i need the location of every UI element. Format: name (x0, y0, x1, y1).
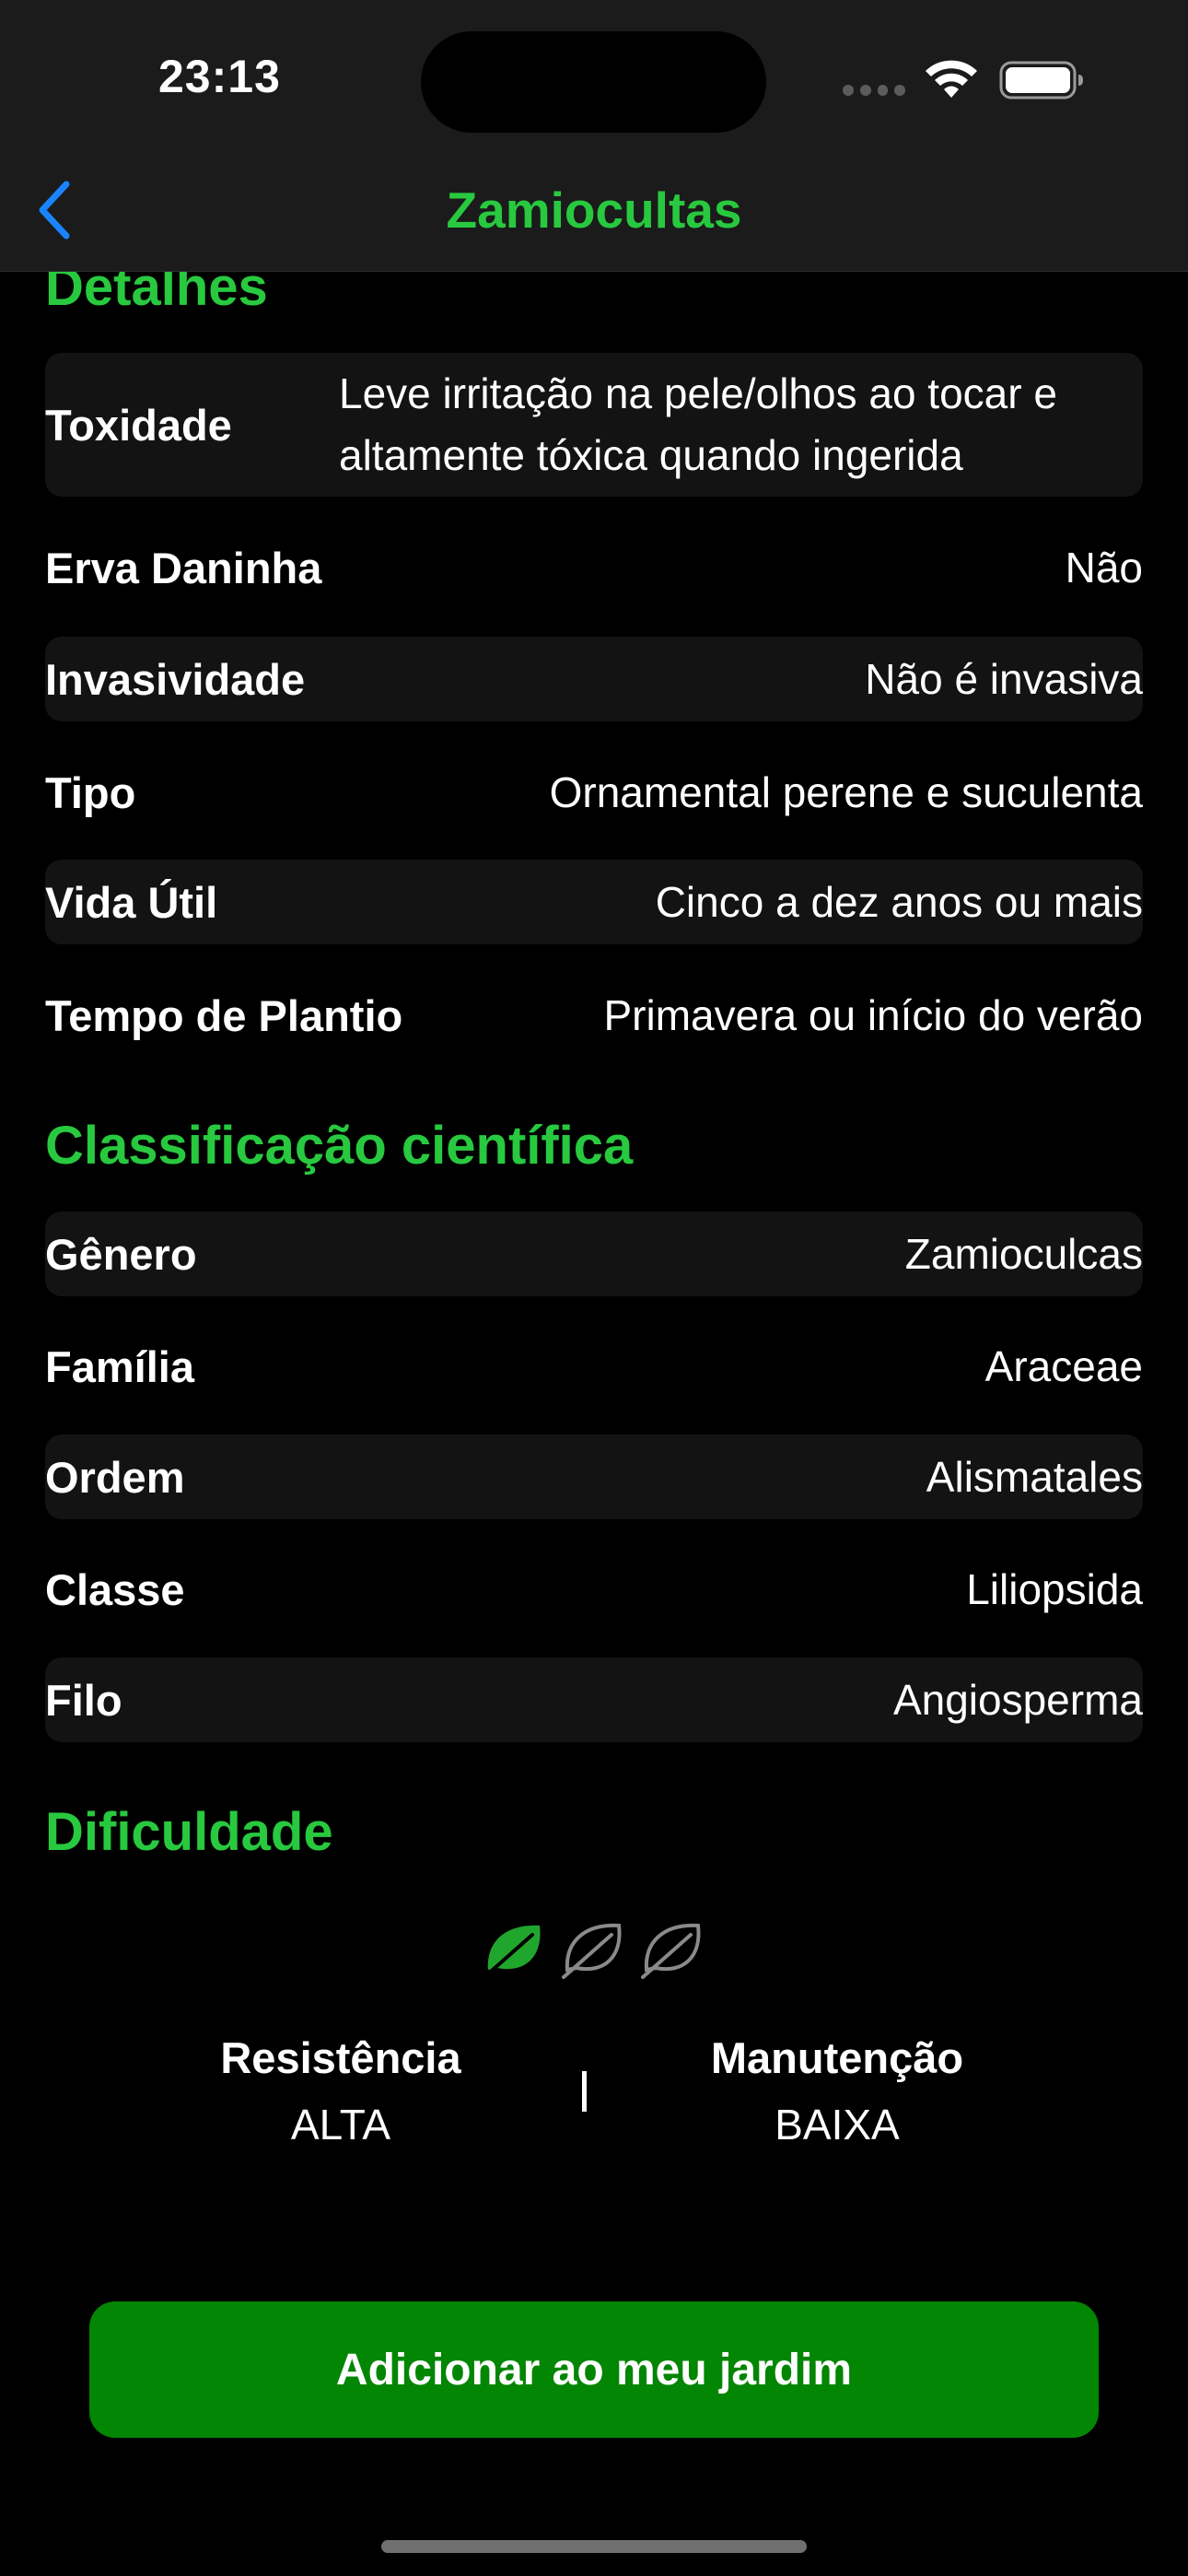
leaf-icon (641, 1923, 701, 1979)
maintenance-label: Manutenção (710, 2033, 964, 2082)
classification-row-filo: Filo Angiosperma (45, 1657, 1143, 1742)
detail-value: Primavera ou início do verão (603, 991, 1143, 1039)
classification-label: Ordem (45, 1452, 185, 1502)
classification-value: Angiosperma (892, 1676, 1143, 1724)
classification-label: Filo (45, 1675, 122, 1725)
classification-value: Liliopsida (966, 1565, 1143, 1613)
detail-row-invasividade: Invasividade Não é invasiva (45, 637, 1143, 721)
resistance-label: Resistência (220, 2033, 461, 2082)
dynamic-island (421, 31, 766, 133)
detail-value: Não (1065, 544, 1143, 591)
detail-label: Tipo (45, 767, 136, 817)
home-indicator (381, 2540, 807, 2553)
classification-row-familia: Família Araceae (45, 1336, 1143, 1397)
detail-row-toxidade: Toxidade Leve irritação na pele/olhos ao… (45, 353, 1143, 497)
leaf-icon (483, 1925, 541, 1979)
classification-label: Classe (45, 1564, 185, 1614)
classification-row-classe: Classe Liliopsida (45, 1559, 1143, 1620)
difficulty-section-title: Dificuldade (45, 1802, 333, 1862)
navigation-bar: 23:13 Zamiocultas (0, 0, 1188, 272)
classification-label: Família (45, 1341, 194, 1391)
cellular-signal-icon (843, 85, 905, 96)
classification-row-ordem: Ordem Alismatales (45, 1434, 1143, 1519)
classification-value: Araceae (984, 1342, 1143, 1390)
detail-row-erva-daninha: Erva Daninha Não (45, 539, 1143, 596)
resistance-value: ALTA (290, 2101, 391, 2149)
detail-row-tempo-de-plantio: Tempo de Plantio Primavera ou início do … (45, 985, 1143, 1046)
detail-value: Cinco a dez anos ou mais (655, 878, 1143, 926)
classification-row-genero: Gênero Zamioculcas (45, 1212, 1143, 1296)
classification-label: Gênero (45, 1229, 197, 1279)
detail-value: Leve irritação na pele/olhos ao tocar e … (339, 369, 1057, 479)
maintenance-value: BAIXA (775, 2101, 900, 2149)
page-title: Zamiocultas (446, 181, 742, 239)
difficulty-rating (481, 1916, 707, 1981)
detail-label: Vida Útil (45, 877, 218, 927)
detail-label: Tempo de Plantio (45, 990, 403, 1040)
status-time: 23:13 (158, 51, 281, 102)
detail-row-vida-util: Vida Útil Cinco a dez anos ou mais (45, 860, 1143, 944)
battery-icon (999, 61, 1083, 100)
add-to-garden-button[interactable]: Adicionar ao meu jardim (89, 2301, 1099, 2438)
metric-divider (582, 2071, 587, 2112)
classification-value: Alismatales (926, 1453, 1143, 1501)
detail-label: Invasividade (45, 654, 306, 704)
detail-label: Toxidade (45, 400, 232, 450)
classification-value: Zamioculcas (904, 1230, 1143, 1278)
maintenance-metric: Manutenção BAIXA (653, 2032, 1021, 2149)
detail-value: Não é invasiva (865, 655, 1143, 703)
resistance-metric: Resistência ALTA (157, 2032, 525, 2149)
detail-label: Erva Daninha (45, 543, 322, 592)
classification-section-title: Classificação científica (45, 1116, 634, 1176)
detail-value: Ornamental perene e suculenta (549, 768, 1143, 816)
leaf-icon (562, 1923, 622, 1979)
detail-row-tipo: Tipo Ornamental perene e suculenta (45, 762, 1143, 823)
wifi-icon (926, 60, 977, 98)
